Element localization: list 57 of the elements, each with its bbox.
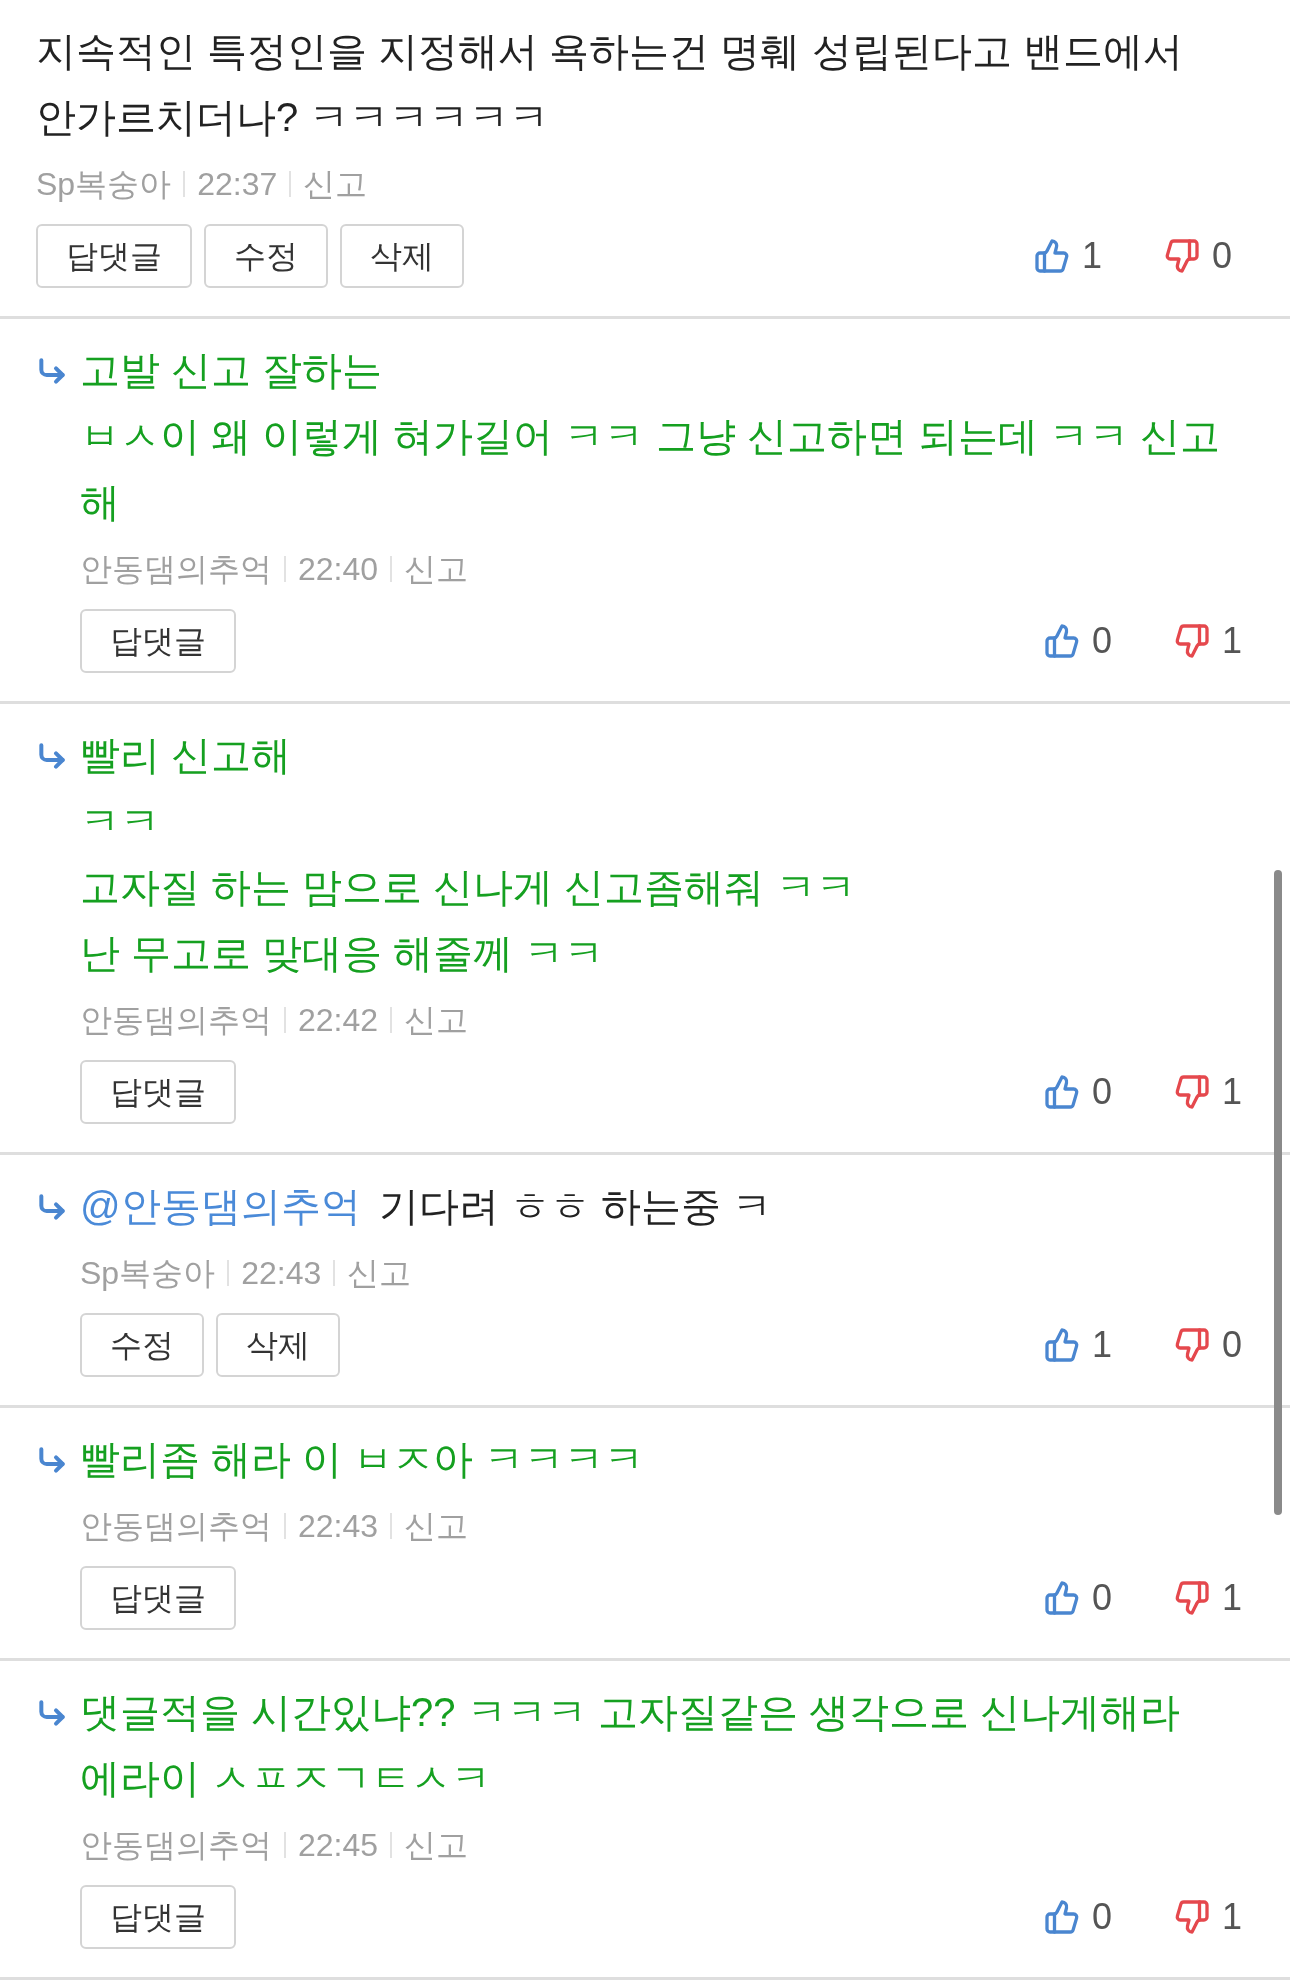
like-button[interactable]: 0: [1043, 1065, 1174, 1119]
comment-text: ㅋㅋ: [80, 798, 161, 845]
thumbs-down-icon: [1163, 238, 1200, 274]
comment-text: ㅂㅅ이 왜 이렇게 혀가길어 ㅋㅋ 그냥 신고하면 되는데 ㅋㅋ 신고해: [80, 413, 1222, 526]
comment-text: 빨리좀 해라 이 ㅂㅈ아 ㅋㅋㅋㅋ: [80, 1436, 646, 1483]
action-button[interactable]: 답댓글: [80, 1885, 236, 1949]
comment-time: 22:40: [298, 550, 379, 589]
dislike-button[interactable]: 0: [1173, 1318, 1242, 1372]
like-button[interactable]: 0: [1043, 614, 1174, 668]
mention-link[interactable]: @안동댐의추억: [80, 1184, 361, 1228]
comment-text: 난 무고로 맞대응 해줄께 ㅋㅋ: [80, 930, 606, 977]
thumbs-down-icon: [1173, 1327, 1210, 1363]
comment-text: 빨리 신고해: [80, 732, 293, 779]
like-button[interactable]: 1: [1033, 229, 1164, 283]
dislike-button[interactable]: 1: [1173, 1890, 1242, 1944]
action-button[interactable]: 삭제: [340, 224, 464, 288]
author-name: 안동댐의추억: [80, 550, 272, 589]
comment-text: 기다려 ㅎㅎ 하는중 ㅋ: [378, 1184, 772, 1228]
comment-time: 22:37: [197, 165, 278, 204]
action-button[interactable]: 수정: [204, 224, 328, 288]
like-button[interactable]: 0: [1043, 1571, 1174, 1625]
author-name: 안동댐의추억: [80, 1507, 272, 1546]
scrollbar[interactable]: [1274, 870, 1282, 1515]
thumbs-down-icon: [1173, 1580, 1210, 1616]
author-name: 안동댐의추억: [80, 1001, 272, 1040]
thumbs-up-icon: [1043, 1580, 1080, 1616]
comment-text: 지속적인 특정인을 지정해서 욕하는건 명훼 성립된다고 밴드에서 안가르치더나? ㅋㅋㅋㅋㅋㅋ: [36, 28, 1184, 141]
comment-time: 22:43: [298, 1507, 379, 1546]
dislike-button[interactable]: 1: [1173, 1065, 1242, 1119]
like-button[interactable]: 1: [1043, 1318, 1174, 1372]
dislike-button[interactable]: 1: [1173, 614, 1242, 668]
action-button[interactable]: 답댓글: [80, 1060, 236, 1124]
like-button[interactable]: 0: [1043, 1890, 1174, 1944]
action-button[interactable]: 답댓글: [80, 609, 236, 673]
action-button[interactable]: 답댓글: [36, 224, 192, 288]
author-name: Sp복숭아: [80, 1254, 216, 1293]
thumbs-up-icon: [1033, 238, 1070, 274]
author-name: 안동댐의추억: [80, 1826, 272, 1865]
thumbs-up-icon: [1043, 1327, 1080, 1363]
comment-time: 22:43: [241, 1254, 322, 1293]
dislike-button[interactable]: 1: [1173, 1571, 1242, 1625]
thumbs-up-icon: [1043, 623, 1080, 659]
thumbs-up-icon: [1043, 1074, 1080, 1110]
action-button[interactable]: 수정: [80, 1313, 204, 1377]
comment-text: 고자질 하는 맘으로 신나게 신고좀해줘 ㅋㅋ: [80, 864, 857, 911]
dislike-button[interactable]: 0: [1163, 229, 1232, 283]
comment-time: 22:45: [298, 1826, 379, 1865]
action-button[interactable]: 답댓글: [80, 1566, 236, 1630]
author-name: Sp복숭아: [36, 165, 172, 204]
comment-text: 고발 신고 잘하는: [80, 347, 384, 394]
comment-text: 댓글적을 시간있냐?? ㅋㅋㅋ 고자질같은 생각으로 신나게해라 에라이 ㅅㅍㅈㄱㅌㅅㅋ: [80, 1689, 1182, 1802]
action-button[interactable]: 삭제: [216, 1313, 340, 1377]
thumbs-down-icon: [1173, 623, 1210, 659]
thumbs-down-icon: [1173, 1899, 1210, 1935]
thumbs-down-icon: [1173, 1074, 1210, 1110]
comment-time: 22:42: [298, 1001, 379, 1040]
thumbs-up-icon: [1043, 1899, 1080, 1935]
